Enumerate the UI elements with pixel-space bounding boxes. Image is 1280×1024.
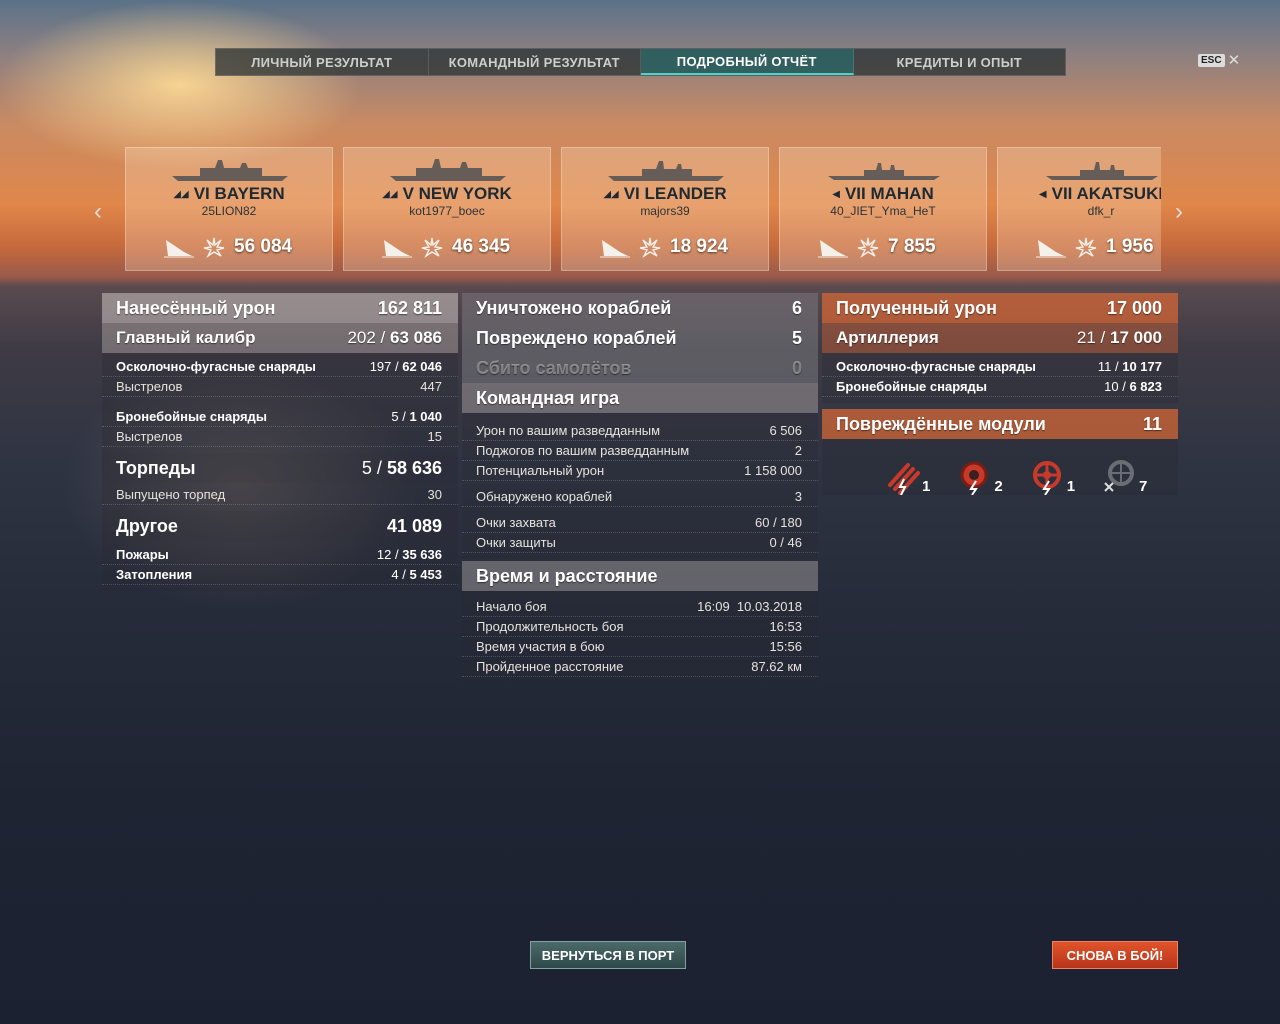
chevron-left-icon[interactable]: ‹ [94, 198, 102, 226]
ship-name: VII AKATSUKI [1051, 184, 1161, 203]
spotting-damage-row: Урон по вашим разведданным 6 506 [462, 421, 818, 441]
sunk-ship-icon [818, 240, 848, 258]
time-in-battle-row: Время участия в бою 15:56 [462, 637, 818, 657]
ap-shots-row: Выстрелов 15 [102, 427, 458, 447]
battle-duration-row: Продолжительность боя 16:53 [462, 617, 818, 637]
ship-card: ◀ VII AKATSUKI dfk_r 1 956 [997, 147, 1161, 271]
report-tabs: ЛИЧНЫЙ РЕЗУЛЬТАТ КОМАНДНЫЙ РЕЗУЛЬТАТ ПОД… [215, 48, 1066, 76]
module-item: 7 [1101, 451, 1147, 495]
cruiser-class-icon: ◢◢ [603, 189, 619, 200]
torpedoes-fired-row: Выпущено торпед 30 [102, 485, 458, 505]
damage-value: 46 345 [452, 236, 511, 257]
player-name: 25LION82 [201, 204, 257, 218]
team-play-header: Командная игра [462, 383, 818, 413]
damage-value: 7 855 [888, 236, 936, 257]
torpedo-tubes-icon [888, 463, 920, 495]
ship-card: ◢◢ VI BAYERN 25LION82 56 084 [125, 147, 333, 271]
battle-start-row: Начало боя 16:09 10.03.2018 [462, 597, 818, 617]
damage-received-header: Полученный урон 17 000 [822, 293, 1178, 323]
tab-detailed-report[interactable]: ПОДРОБНЫЙ ОТЧЁТ [641, 49, 854, 75]
cruiser-silhouette-icon [608, 161, 724, 181]
damage-dealt-header: Нанесённый урон 162 811 [102, 293, 458, 323]
distance-traveled-row: Пройденное расстояние 87.62 км [462, 657, 818, 677]
close-button[interactable]: ESC ✕ [1198, 53, 1240, 68]
player-name: 40_JIET_Yma_HeT [830, 204, 936, 218]
planes-shot-down-row: Сбито самолётов 0 [462, 353, 818, 383]
potential-damage-row: Потенциальный урон 1 158 000 [462, 461, 818, 481]
ship-name: VI LEANDER [623, 184, 727, 203]
engine-icon [960, 461, 988, 495]
battle-again-button[interactable]: СНОВА В БОЙ! [1052, 941, 1178, 969]
destroyer-class-icon: ◀ [832, 189, 840, 200]
tab-credits-xp[interactable]: КРЕДИТЫ И ОПЫТ [854, 49, 1066, 75]
damage-burst-icon [203, 237, 225, 258]
steering-gear-icon [1032, 461, 1061, 495]
damage-burst-icon [857, 237, 879, 258]
artillery-row: Артиллерия 21 / 17 000 [822, 323, 1178, 353]
battleship-class-icon: ◢◢ [173, 189, 189, 200]
module-item: 2 [956, 451, 1003, 495]
received-ap-row: Бронебойные снаряды 10 / 6 823 [822, 377, 1178, 397]
damage-value: 18 924 [670, 236, 729, 257]
tab-team-result[interactable]: КОМАНДНЫЙ РЕЗУЛЬТАТ [429, 49, 641, 75]
he-shells-row: Осколочно-фугасные снаряды 197 / 62 046 [102, 357, 458, 377]
close-icon: ✕ [1227, 52, 1241, 69]
ship-card: ◢◢ V NEW YORK kot1977_boec 46 345 [343, 147, 551, 271]
damage-dealt-panel: Нанесённый урон 162 811 Главный калибр 20… [102, 293, 458, 591]
damage-received-panel: Полученный урон 17 000 Артиллерия 21 / 17… [822, 293, 1178, 495]
esc-key-label: ESC [1198, 54, 1225, 67]
destroyer-silhouette-icon [1046, 162, 1158, 180]
battleship-silhouette-icon [172, 160, 288, 181]
time-distance-header: Время и расстояние [462, 561, 818, 591]
ship-name: VII MAHAN [844, 184, 934, 203]
defense-points-row: Очки защиты 0 / 46 [462, 533, 818, 553]
damage-value: 56 084 [234, 236, 293, 257]
sunk-ship-icon [382, 240, 412, 258]
destroyed-module-icon [1104, 460, 1135, 492]
spotting-fires-row: Поджогов по вашим разведданным 2 [462, 441, 818, 461]
he-shots-row: Выстрелов 447 [102, 377, 458, 397]
ships-spotted-row: Обнаружено кораблей 3 [462, 487, 818, 507]
torpedoes-row: Торпеды 5 / 58 636 [102, 453, 458, 483]
destroyer-class-icon: ◀ [1038, 189, 1047, 200]
received-he-row: Осколочно-фугасные снаряды 11 / 10 177 [822, 357, 1178, 377]
main-battery-row: Главный калибр 202 / 63 086 [102, 323, 458, 353]
player-name: kot1977_boec [409, 204, 485, 218]
tab-personal-result[interactable]: ЛИЧНЫЙ РЕЗУЛЬТАТ [216, 49, 429, 75]
destroyer-silhouette-icon [828, 163, 940, 180]
ap-shells-row: Бронебойные снаряды 5 / 1 040 [102, 407, 458, 427]
ship-name: VI BAYERN [193, 184, 285, 203]
battleship-class-icon: ◢◢ [382, 189, 398, 200]
capture-points-row: Очки захвата 60 / 180 [462, 513, 818, 533]
damage-burst-icon [421, 237, 443, 258]
damage-burst-icon [1075, 237, 1097, 258]
damaged-modules-list: 1 2 1 7 [822, 439, 1178, 495]
damaged-modules-header: Повреждённые модули 11 [822, 409, 1178, 439]
battleship-silhouette-icon [390, 159, 506, 181]
fires-row: Пожары 12 / 35 636 [102, 545, 458, 565]
damage-value: 1 956 [1106, 236, 1154, 257]
ship-card: ◀ VII MAHAN 40_JIET_Yma_HeT 7 855 [779, 147, 987, 271]
team-stats-panel: Уничтожено кораблей 6 Повреждено кораблей… [462, 293, 818, 683]
module-item: 1 [1029, 451, 1075, 495]
player-name: dfk_r [1087, 204, 1115, 218]
destroyed-ships-carousel: ◢◢ VI BAYERN 25LION82 56 084 ◢◢ V NEW YORK… [125, 147, 1161, 271]
sunk-ship-icon [600, 240, 630, 258]
sunk-ship-icon [1036, 240, 1066, 258]
floods-row: Затопления 4 / 5 453 [102, 565, 458, 585]
return-to-port-button[interactable]: ВЕРНУТЬСЯ В ПОРТ [530, 941, 686, 969]
chevron-right-icon[interactable]: › [1175, 198, 1183, 226]
ship-name: V NEW YORK [402, 184, 512, 203]
ships-damaged-row: Повреждено кораблей 5 [462, 323, 818, 353]
player-name: majors39 [640, 204, 690, 218]
ships-destroyed-row: Уничтожено кораблей 6 [462, 293, 818, 323]
damage-burst-icon [639, 237, 661, 258]
module-item: 1 [886, 451, 930, 495]
other-damage-row: Другое 41 089 [102, 511, 458, 541]
ship-card: ◢◢ VI LEANDER majors39 18 924 [561, 147, 769, 271]
sunk-ship-icon [164, 240, 194, 258]
